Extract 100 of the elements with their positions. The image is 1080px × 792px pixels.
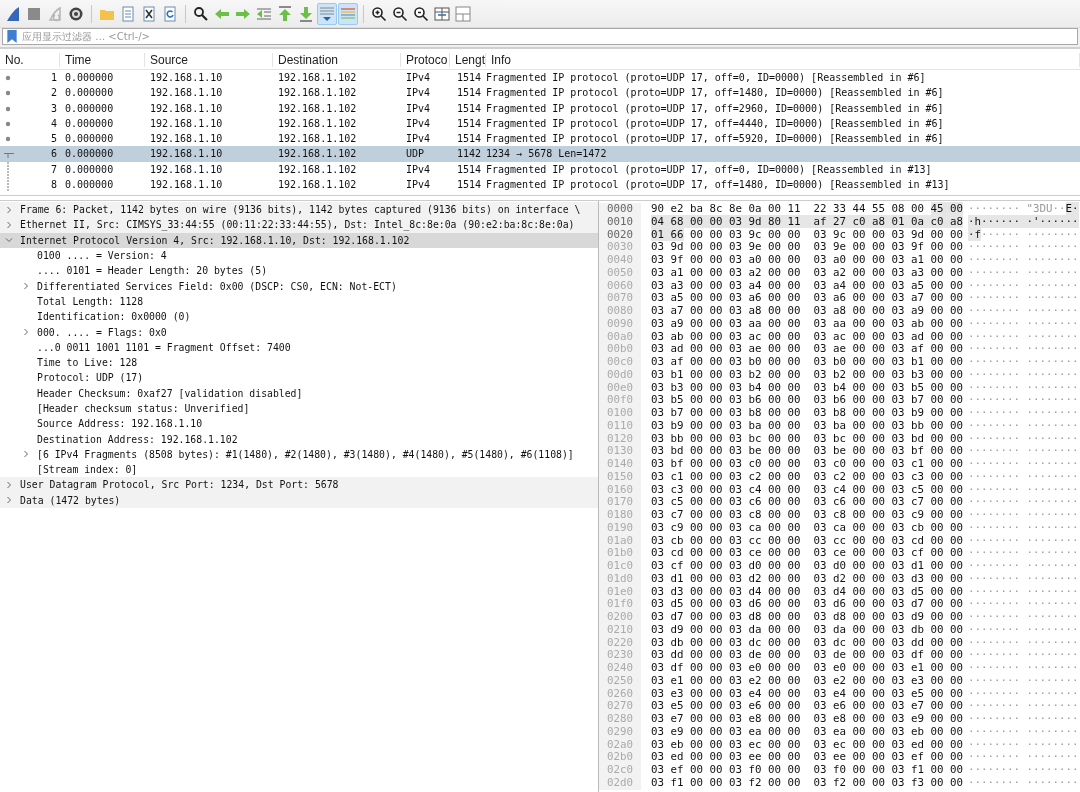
hex-offset: 0070 <box>599 292 641 305</box>
ascii-text: ········ ········ <box>968 584 1079 598</box>
tree-text: Protocol: UDP (17) <box>37 372 144 384</box>
hex-bytes: 03 d7 00 00 03 d8 00 00 03 d8 00 00 03 d9 00 00 <box>651 610 963 623</box>
column-header[interactable]: Protoco <box>401 53 450 67</box>
hex-offset: 01c0 <box>599 560 641 573</box>
reload-icon <box>162 5 178 22</box>
tree-text: Identification: 0x0000 (0) <box>37 311 191 323</box>
hex-bytes: 03 f1 00 00 03 f2 00 00 03 f2 00 00 03 f3 00 00 <box>651 775 963 789</box>
column-header[interactable]: Source <box>145 53 273 67</box>
packet-cell-text: UDP <box>405 147 426 162</box>
ascii-text: ········ ········ <box>968 699 1079 713</box>
zoom-out-icon <box>392 5 408 22</box>
packet-cell-text: 7 <box>49 162 58 177</box>
column-header[interactable]: Info <box>486 53 1080 67</box>
tree-row[interactable]: Protocol: UDP (17) <box>0 370 598 386</box>
column-header[interactable]: No. <box>0 53 60 67</box>
packet-cell-text: 192.168.1.10 <box>149 132 224 147</box>
hex-bytes: 03 a3 00 00 03 a4 00 00 03 a4 00 00 03 a5 00 00 <box>651 278 963 292</box>
tree-text: [Stream index: 0] <box>37 464 138 476</box>
column-header[interactable]: Lengt <box>450 53 486 67</box>
packet-cell-text: IPv4 <box>405 86 432 101</box>
expanded-chevron-icon[interactable] <box>5 236 13 245</box>
packet-row[interactable]: 2 0.000000 192.168.1.10 192.168.1.102 IPv4 1514 Fragmented IP protocol (proto=UDP 17, off=1480, ID=0000) [Reassembled in #6] <box>0 85 1080 101</box>
hex-offset: 0100 <box>599 407 641 420</box>
hex-bytes: 03 9d 00 00 03 9e 00 00 03 9e 00 00 03 9f 00 00 <box>651 240 963 254</box>
hex-offset: 0040 <box>599 254 641 267</box>
packet-cell-text: 1234 → 5678 Len=1472 <box>486 147 608 162</box>
packet-cell-text: IPv4 <box>405 101 432 116</box>
column-header[interactable]: Time <box>60 53 145 67</box>
hex-bytes: 03 a1 00 00 03 a2 00 00 03 a2 00 00 03 a3 00 00 <box>651 265 963 279</box>
ascii-text: ········ ········ <box>968 278 1079 292</box>
packet-row[interactable]: 7 0.000000 192.168.1.10 192.168.1.102 IPv4 1514 Fragmented IP protocol (proto=UDP 17, off=0, ID=0000) [Reassembled in #13] <box>0 161 1080 178</box>
packet-cell-text: 3 <box>49 101 58 116</box>
tree-row[interactable]: Ethernet II, Src: CIMSYS_33:44:55 (00:11:22:33:44:55), Dst: Intel_8c:8e:0a (90:e2:ba:8c:8e:0a) <box>0 217 598 233</box>
column-header[interactable]: Destination <box>273 53 401 67</box>
packet-cell-text: Fragmented IP protocol (proto=UDP 17, off=4440, ID=0000) [Reassembled in #6] <box>486 116 945 131</box>
packet-row[interactable]: 4 0.000000 192.168.1.10 192.168.1.102 IPv4 1514 Fragmented IP protocol (proto=UDP 17, off=4440, ID=0000) [Reassembled in #6] <box>0 115 1080 132</box>
tree-row[interactable]: Time to Live: 128 <box>0 354 598 371</box>
tree-row[interactable]: Destination Address: 192.168.1.102 <box>0 431 598 447</box>
packet-cell-text: IPv4 <box>405 132 432 147</box>
bookmark-icon[interactable] <box>6 30 18 43</box>
hex-bytes: 03 cd 00 00 03 ce 00 00 03 ce 00 00 03 cf 00 00 <box>651 546 963 560</box>
tree-row[interactable]: User Datagram Protocol, Src Port: 1234, Dst Port: 5678 <box>0 477 598 493</box>
packet-cell-text: IPv4 <box>405 116 432 131</box>
layout-icon <box>455 5 471 22</box>
hex-bytes: 04 68 00 00 03 9d 80 11 af 27 c0 a8 01 0a c0 a8 <box>651 214 963 228</box>
ascii-text: ········ ········ <box>968 571 1079 585</box>
packet-cell-text: 1514 <box>455 178 482 193</box>
packet-cell-text: IPv4 <box>405 178 432 193</box>
hex-offset: 0200 <box>599 611 641 624</box>
collapsed-chevron-icon[interactable] <box>22 328 30 336</box>
packet-cell-text: 192.168.1.102 <box>277 162 358 177</box>
packet-cell-text: 6 <box>49 147 58 162</box>
packet-row[interactable]: 5 0.000000 192.168.1.10 192.168.1.102 IPv4 1514 Fragmented IP protocol (proto=UDP 17, off=5920, ID=0000) [Reassembled in #6] <box>0 131 1080 147</box>
tree-row[interactable]: Total Length: 1128 <box>0 293 598 310</box>
hex-offset: 0240 <box>599 662 641 675</box>
tree-row[interactable]: Differentiated Services Field: 0x00 (DSCP: CS0, ECN: Not-ECT) <box>0 278 598 294</box>
tree-row[interactable]: Header Checksum: 0xaf27 [validation disabled] <box>0 385 598 401</box>
ascii-text: ········ ········ <box>968 495 1079 509</box>
ascii-text: ······ ········ <box>981 227 1079 241</box>
ascii-text: ········ ········ <box>968 265 1079 279</box>
packet-cell-text: 192.168.1.10 <box>149 116 224 131</box>
tree-row[interactable]: Source Address: 192.168.1.10 <box>0 416 598 432</box>
packet-row[interactable]: 6 0.000000 192.168.1.10 192.168.1.102 UDP 1142 1234 → 5678 Len=1472 <box>0 146 1080 162</box>
packet-cell-text: 2 <box>49 86 58 101</box>
tree-row[interactable]: [Stream index: 0] <box>0 462 598 478</box>
ascii-text: ········ ········ <box>968 661 1079 674</box>
hex-bytes: 03 ed 00 00 03 ee 00 00 03 ee 00 00 03 ef 00 00 <box>651 750 963 764</box>
tree-row[interactable]: Identification: 0x0000 (0) <box>0 309 598 325</box>
tree-row[interactable]: 0100 .... = Version: 4 <box>0 247 598 264</box>
tree-row[interactable]: [6 IPv4 Fragments (8508 bytes): #1(1480), #2(1480), #3(1480), #4(1480), #5(1480), #6(1108)] <box>0 446 598 463</box>
packet-cell-text: 192.168.1.102 <box>277 86 358 101</box>
hex-bytes: 03 a9 00 00 03 aa 00 00 03 aa 00 00 03 ab 00 00 <box>651 316 963 330</box>
tree-text: User Datagram Protocol, Src Port: 1234, Dst Port: 5678 <box>20 479 339 491</box>
packet-cell-text: 1 <box>49 71 58 85</box>
tree-row[interactable]: [Header checksum status: Unverified] <box>0 400 598 417</box>
hex-bytes: 90 e2 ba 8c 8e 0a 00 11 22 33 44 55 08 00 <box>651 202 924 215</box>
display-filter-field[interactable]: 应用显示过滤器 … <Ctrl-/> <box>2 28 1078 45</box>
collapsed-chevron-icon[interactable] <box>22 450 30 459</box>
ascii-text: ········ ········ <box>968 367 1079 381</box>
packet-cell-text: 1142 <box>455 147 482 162</box>
tree-text: Source Address: 192.168.1.10 <box>37 418 203 430</box>
tree-row[interactable]: Frame 6: Packet, 1142 bytes on wire (9136 bits), 1142 bytes captured (9136 bits) on interface \ <box>0 202 598 218</box>
magnifier-icon <box>413 5 429 22</box>
hex-bytes: 03 e1 00 00 03 e2 00 00 03 e2 00 00 03 e3 00 00 <box>651 673 963 687</box>
collapsed-chevron-icon[interactable] <box>22 282 30 291</box>
ascii-text: ········ ········ <box>968 406 1079 419</box>
packet-row[interactable]: 1 0.000000 192.168.1.10 192.168.1.102 IPv4 1514 Fragmented IP protocol (proto=UDP 17, off=0, ID=0000) [Reassembled in #6] <box>0 70 1080 86</box>
packet-row[interactable]: 3 0.000000 192.168.1.10 192.168.1.102 IPv4 1514 Fragmented IP protocol (proto=UDP 17, off=2960, ID=0000) [Reassembled in #6] <box>0 100 1080 116</box>
hex-bytes: 03 af 00 00 03 b0 00 00 03 b0 00 00 03 b1 00 00 <box>651 355 963 368</box>
packet-cell-text: 1514 <box>455 162 482 177</box>
tree-row[interactable]: ...0 0011 1001 1101 = Fragment Offset: 7400 <box>0 339 598 355</box>
packet-cell-text: 4 <box>49 116 58 131</box>
tree-row[interactable]: 000. .... = Flags: 0x0 <box>0 324 598 340</box>
packet-cell-text: 192.168.1.10 <box>149 71 224 85</box>
packet-cell-text: 0.000000 <box>64 147 115 162</box>
hex-offset: 0180 <box>599 509 641 522</box>
tree-row[interactable]: .... 0101 = Header Length: 20 bytes (5) <box>0 263 598 279</box>
packet-row[interactable]: 8 0.000000 192.168.1.10 192.168.1.102 IPv4 1514 Fragmented IP protocol (proto=UDP 17, off=1480, ID=0000) [Reassembled in #13] <box>0 177 1080 193</box>
